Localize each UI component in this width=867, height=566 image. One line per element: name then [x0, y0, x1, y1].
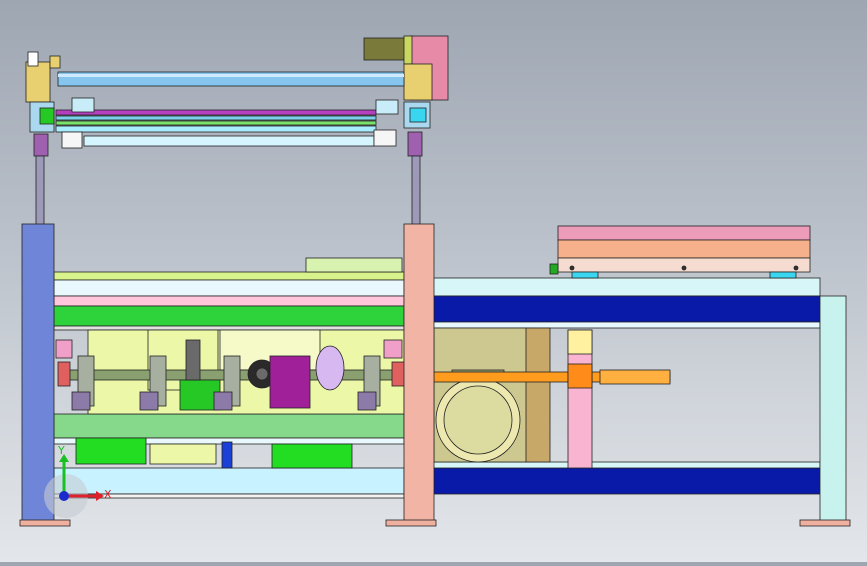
right-blue-beam-top — [431, 295, 821, 323]
drive-train[interactable] — [55, 329, 407, 469]
upper-beam-white — [53, 279, 405, 297]
lead-screw-assembly[interactable] — [433, 327, 671, 469]
triad-y-label: Y — [57, 444, 65, 457]
lower-green-beam — [53, 413, 405, 439]
right-guide-rod — [411, 155, 421, 227]
left-guide-rod — [35, 155, 45, 227]
feed-plate-top — [53, 271, 405, 281]
machine-assembly-drawing: X Y — [19, 35, 851, 527]
right-post — [819, 295, 847, 523]
left-post — [21, 223, 55, 523]
drive-pulley — [315, 345, 345, 391]
rail-cyan-2 — [55, 125, 377, 133]
work-table-top — [557, 225, 811, 241]
left-end-block — [25, 61, 51, 103]
upper-green-beam — [53, 305, 405, 327]
guide-rods — [35, 155, 421, 227]
top-roller-assembly[interactable] — [25, 35, 449, 157]
top-motor-shaft — [363, 37, 411, 61]
work-table[interactable] — [549, 225, 811, 279]
rail-green — [55, 120, 377, 126]
center-post — [403, 223, 435, 523]
cad-viewport[interactable]: X Y — [0, 0, 867, 562]
drive-motor — [269, 355, 311, 409]
lower-roller — [83, 135, 375, 147]
work-table-body — [557, 239, 811, 259]
right-top-rail — [431, 277, 821, 297]
triad-x-label: X — [104, 488, 112, 501]
right-end-block — [403, 63, 433, 101]
rail-cyan-1 — [55, 115, 377, 121]
rail-magenta — [55, 109, 377, 116]
right-blue-beam-bottom — [431, 467, 821, 495]
triad-z-axis — [59, 491, 69, 501]
